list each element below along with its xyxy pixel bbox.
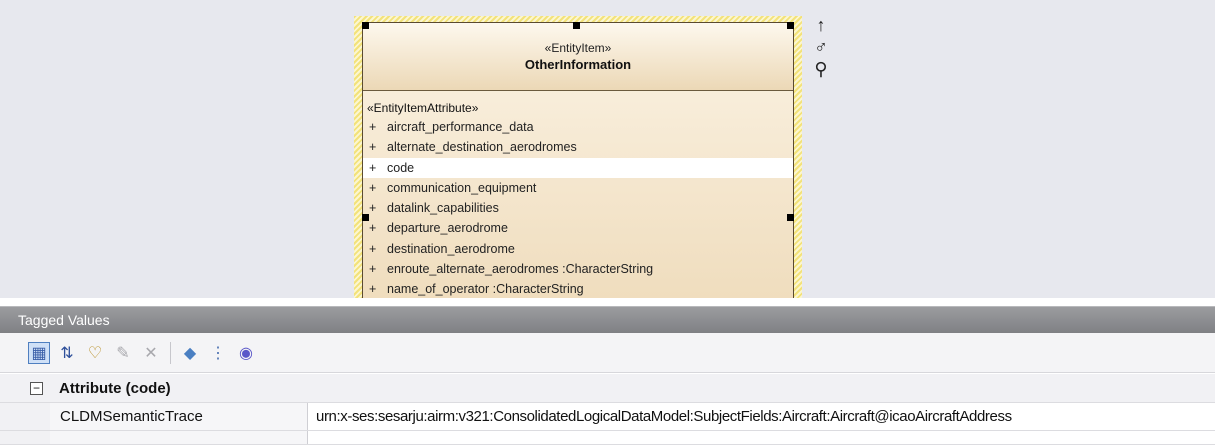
categorized-view-icon[interactable]: ▦ <box>28 341 50 364</box>
empty-name-cell <box>50 431 308 444</box>
visibility-marker: + <box>369 120 377 134</box>
attribute-row[interactable]: + name_of_operator :CharacterString <box>363 279 793 299</box>
collapse-icon[interactable]: − <box>30 381 43 395</box>
visibility-marker: + <box>369 160 377 175</box>
visibility-marker: + <box>369 221 377 236</box>
new-tag-icon[interactable]: ♡ <box>84 342 106 364</box>
group-label: Attribute (code) <box>59 379 171 397</box>
arrow-up-icon[interactable]: ↑ <box>806 14 836 36</box>
entity-stereotype: «EntityItem» <box>544 40 612 55</box>
resize-handle-left[interactable] <box>362 214 369 221</box>
attribute-row[interactable]: + aircraft_performance_data <box>363 117 793 137</box>
link-icon[interactable]: ♂ <box>806 36 836 58</box>
sort-az-icon[interactable]: ⇅ <box>56 342 78 364</box>
tag-name[interactable]: CLDMSemanticTrace <box>50 403 308 430</box>
visibility-marker: + <box>369 140 377 155</box>
attribute-row[interactable]: + alternate_destination_aerodromes <box>363 137 793 157</box>
attribute-compartment: «EntityItemAttribute» + aircraft_performa… <box>363 91 793 300</box>
tagged-values-panel: Tagged Values ▦ ⇅ ♡ ✎ ✕ ◆ ⋮ ◉ − Attribut… <box>0 298 1215 446</box>
attribute-label: communication_equipment <box>387 180 537 195</box>
visibility-marker: + <box>369 180 377 195</box>
visibility-marker: + <box>369 201 377 216</box>
empty-value-cell <box>308 431 1215 444</box>
attribute-label: name_of_operator :CharacterString <box>387 282 584 297</box>
tag-value[interactable]: urn:x-ses:sesarju:airm:v321:Consolidated… <box>308 403 1215 430</box>
row-gutter <box>0 431 50 444</box>
entity-header: «EntityItem» OtherInformation <box>363 23 793 91</box>
attribute-row[interactable]: + departure_aerodrome <box>363 218 793 238</box>
element-quick-icons: ↑ ♂ ⚲ <box>806 14 836 80</box>
attribute-label: datalink_capabilities <box>387 201 499 216</box>
resize-handle-top-right[interactable] <box>787 22 794 29</box>
tag-icon[interactable]: ◆ <box>179 342 201 364</box>
toolbar-separator <box>170 341 171 364</box>
attribute-row[interactable]: + datalink_capabilities <box>363 198 793 218</box>
attribute-row[interactable]: + enroute_alternate_aerodromes :Character… <box>363 259 793 279</box>
resize-handle-top[interactable] <box>573 22 580 29</box>
resize-handle-right[interactable] <box>787 214 794 221</box>
attribute-label: enroute_alternate_aerodromes :CharacterS… <box>387 262 654 277</box>
delete-tag-icon[interactable]: ✕ <box>140 342 162 364</box>
visibility-marker: + <box>369 282 377 297</box>
tagged-values-toolbar: ▦ ⇅ ♡ ✎ ✕ ◆ ⋮ ◉ <box>0 333 1215 373</box>
entity-item-element[interactable]: «EntityItem» OtherInformation «EntityIte… <box>362 22 794 312</box>
help-icon[interactable]: ◉ <box>235 342 257 364</box>
attribute-label: aircraft_performance_data <box>387 120 534 134</box>
magnifier-icon[interactable]: ⚲ <box>806 58 836 80</box>
attribute-label: destination_aerodrome <box>387 241 515 256</box>
attribute-row[interactable]: + communication_equipment <box>363 178 793 198</box>
resize-handle-top-left[interactable] <box>362 22 369 29</box>
attribute-label: departure_aerodrome <box>387 221 508 236</box>
diagram-canvas[interactable]: «EntityItem» OtherInformation «EntityIte… <box>0 0 1215 312</box>
panel-title: Tagged Values <box>0 306 1215 333</box>
attribute-label: alternate_destination_aerodromes <box>387 140 577 155</box>
attribute-row[interactable]: + destination_aerodrome <box>363 239 793 259</box>
tagged-values-grid: − Attribute (code) CLDMSemanticTrace urn… <box>0 374 1215 445</box>
visibility-marker: + <box>369 241 377 256</box>
visibility-marker: + <box>369 262 377 277</box>
attribute-row-selected[interactable]: + code <box>363 157 793 178</box>
empty-row <box>0 431 1215 445</box>
entity-name: OtherInformation <box>524 56 632 72</box>
attribute-label: code <box>387 160 415 175</box>
attribute-stereotype: «EntityItemAttribute» <box>367 101 479 115</box>
edit-notes-icon[interactable]: ✎ <box>112 342 134 364</box>
group-row[interactable]: − Attribute (code) <box>0 374 1215 403</box>
row-gutter <box>0 403 50 430</box>
tag-row[interactable]: CLDMSemanticTrace urn:x-ses:sesarju:airm… <box>0 403 1215 431</box>
filter-icon[interactable]: ⋮ <box>207 342 229 364</box>
